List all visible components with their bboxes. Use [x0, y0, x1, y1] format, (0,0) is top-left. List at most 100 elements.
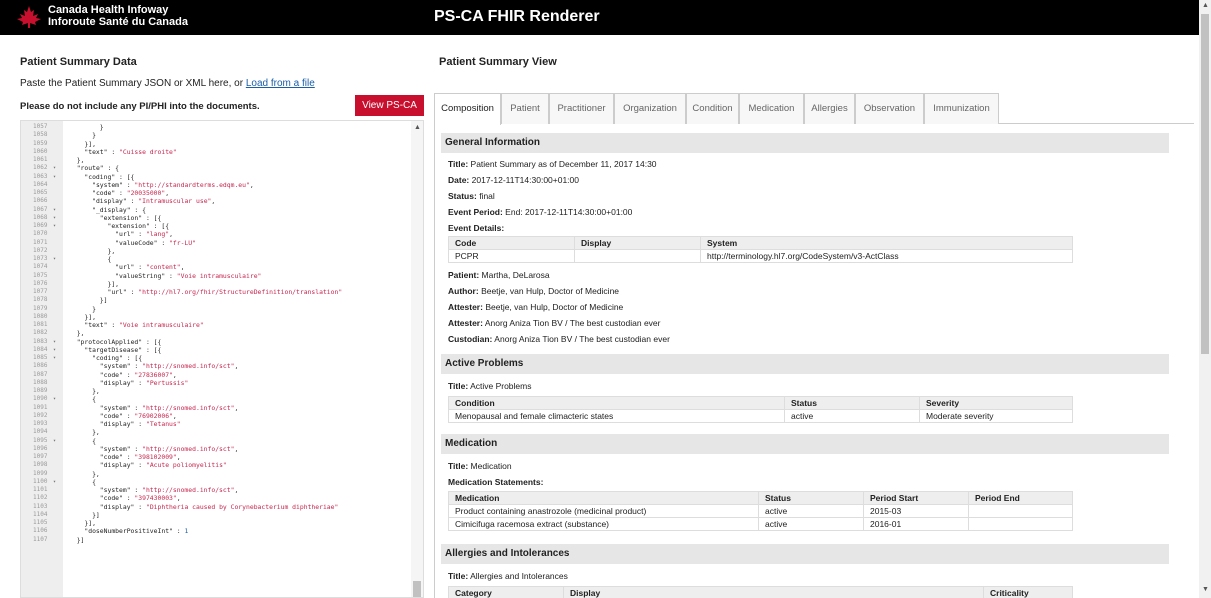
fold-toggle-icon[interactable]: ▾	[53, 395, 56, 403]
code-line[interactable]: {	[69, 255, 111, 263]
tab-observation[interactable]: Observation	[855, 93, 924, 124]
fold-toggle-icon[interactable]: ▾	[53, 164, 56, 172]
code-line[interactable]: }]	[69, 296, 108, 304]
editor-code[interactable]: } } }], "text" : "Cuisse droite" }, "rou…	[69, 121, 409, 597]
code-line[interactable]: "system" : "http://snomed.info/sct",	[69, 486, 239, 494]
code-line[interactable]: }],	[69, 313, 96, 321]
tab-allergies[interactable]: Allergies	[804, 93, 855, 124]
code-line[interactable]: "system" : "http://snomed.info/sct",	[69, 404, 239, 412]
editor-scrollbar-thumb[interactable]	[413, 581, 421, 597]
line-number: 1101	[33, 486, 48, 493]
fold-toggle-icon[interactable]: ▾	[53, 478, 56, 486]
page-scrollbar[interactable]: ▲ ▼	[1199, 0, 1211, 598]
code-line[interactable]: "url" : "http://hl7.org/fhir/StructureDe…	[69, 288, 342, 296]
code-line[interactable]: "coding" : [{	[69, 173, 134, 181]
code-line[interactable]: "extension" : [{	[69, 222, 169, 230]
code-line[interactable]: },	[69, 329, 85, 337]
view-tabs: Composition Patient Practitioner Organiz…	[434, 93, 1194, 125]
code-line[interactable]: },	[69, 470, 100, 478]
code-line[interactable]: "_display" : {	[69, 206, 146, 214]
tab-patient[interactable]: Patient	[501, 93, 549, 124]
code-line[interactable]: },	[69, 156, 85, 164]
page-scrollbar-thumb[interactable]	[1201, 14, 1209, 354]
fold-toggle-icon[interactable]: ▾	[53, 173, 56, 181]
tab-organization[interactable]: Organization	[614, 93, 686, 124]
code-line[interactable]: "url" : "lang",	[69, 230, 173, 238]
code-line[interactable]: "code" : "397430003",	[69, 494, 181, 502]
editor-scroll-up-icon[interactable]: ▲	[414, 124, 421, 131]
code-line[interactable]: "display" : "Diphtheria caused by Coryne…	[69, 503, 339, 511]
fold-toggle-icon[interactable]: ▾	[53, 206, 56, 214]
tab-medication[interactable]: Medication	[739, 93, 804, 124]
editor-scrollbar[interactable]: ▲	[411, 121, 423, 597]
fold-toggle-icon[interactable]: ▾	[53, 255, 56, 263]
load-from-file-link[interactable]: Load from a file	[246, 78, 315, 89]
fold-toggle-icon[interactable]: ▾	[53, 354, 56, 362]
code-line[interactable]: {	[69, 478, 96, 486]
table-header-row: Medication Status Period Start Period En…	[448, 491, 1073, 505]
app: Canada Health Infoway Inforoute Santé du…	[0, 0, 1211, 598]
code-line[interactable]: "display" : "Pertussis"	[69, 379, 189, 387]
code-line[interactable]: "code" : "76902006",	[69, 412, 177, 420]
code-line[interactable]: "protocolApplied" : [{	[69, 338, 162, 346]
code-line[interactable]: },	[69, 428, 100, 436]
code-line[interactable]: }],	[69, 519, 96, 527]
json-editor[interactable]: 1057 1058 1059 1060 1061 1062 ▾ 1063 ▾ 1064 1065 10…	[20, 120, 424, 598]
code-line[interactable]: }],	[69, 280, 119, 288]
code-line[interactable]: "code" : "20035000",	[69, 189, 169, 197]
code-line[interactable]: "extension" : [{	[69, 214, 162, 222]
fold-toggle-icon[interactable]: ▾	[53, 346, 56, 354]
scroll-up-arrow-icon[interactable]: ▲	[1202, 2, 1209, 10]
code-line[interactable]: "display" : "Acute poliomyelitis"	[69, 461, 227, 469]
tab-composition[interactable]: Composition	[434, 93, 501, 125]
code-line[interactable]: "system" : "http://snomed.info/sct",	[69, 445, 239, 453]
tab-practitioner[interactable]: Practitioner	[549, 93, 614, 124]
table-cell: http://terminology.hl7.org/CodeSystem/v3…	[700, 249, 1073, 263]
code-line[interactable]: "text" : "Voie intramusculaire"	[69, 321, 203, 329]
medication-heading: Medication	[441, 434, 1169, 454]
patient-value: Martha, DeLarosa	[481, 270, 550, 280]
code-line[interactable]: "code" : "27836007",	[69, 371, 177, 379]
code-line[interactable]: "valueString" : "Voie intramusculaire"	[69, 272, 261, 280]
code-line[interactable]: }],	[69, 140, 96, 148]
line-number: 1081	[33, 321, 48, 328]
code-line[interactable]: },	[69, 247, 115, 255]
code-line[interactable]: },	[69, 387, 100, 395]
table-header-cell: Status	[784, 396, 920, 410]
table-cell: active	[758, 504, 864, 518]
tab-condition[interactable]: Condition	[686, 93, 739, 124]
code-line[interactable]: "display" : "Intramuscular use",	[69, 197, 215, 205]
code-line[interactable]: "doseNumberPositiveInt" : 1	[69, 527, 188, 535]
code-line[interactable]: "system" : "http://snomed.info/sct",	[69, 362, 239, 370]
code-line[interactable]: }]	[69, 511, 100, 519]
scroll-down-arrow-icon[interactable]: ▼	[1202, 586, 1209, 594]
fold-toggle-icon[interactable]: ▾	[53, 214, 56, 222]
left-panel-title: Patient Summary Data	[20, 56, 137, 68]
fold-toggle-icon[interactable]: ▾	[53, 338, 56, 346]
allergies-title-value: Allergies and Intolerances	[470, 571, 568, 581]
code-line[interactable]: "code" : "398102009",	[69, 453, 181, 461]
code-line[interactable]: {	[69, 437, 96, 445]
line-number: 1087	[33, 370, 48, 378]
problems-table: Condition Status Severity Menopausal and…	[448, 396, 1073, 423]
fold-toggle-icon[interactable]: ▾	[53, 437, 56, 445]
code-line[interactable]: "coding" : [{	[69, 354, 142, 362]
code-line[interactable]: }	[69, 123, 104, 131]
code-line[interactable]: }	[69, 131, 96, 139]
code-line[interactable]: "valueCode" : "fr-LU"	[69, 239, 196, 247]
fold-toggle-icon[interactable]: ▾	[53, 222, 56, 230]
code-line[interactable]: {	[69, 395, 96, 403]
view-ps-ca-button[interactable]: View PS-CA	[355, 95, 424, 116]
code-line[interactable]: "route" : {	[69, 164, 119, 172]
code-line[interactable]: "text" : "Cuisse droite"	[69, 148, 176, 156]
code-line[interactable]: "url" : "content",	[69, 263, 184, 271]
org-name: Canada Health Infoway Inforoute Santé du…	[48, 4, 188, 28]
tab-immunization[interactable]: Immunization	[924, 93, 999, 124]
code-line[interactable]: }	[69, 305, 96, 313]
code-line[interactable]: }]	[69, 536, 85, 544]
code-line[interactable]: "targetDisease" : [{	[69, 346, 161, 354]
medication-title-line: Title: Medication	[448, 460, 512, 472]
code-line[interactable]: "system" : "http://standardterms.edqm.eu…	[69, 181, 254, 189]
paste-text: Paste the Patient Summary JSON or XML he…	[20, 78, 244, 89]
code-line[interactable]: "display" : "Tetanus"	[69, 420, 181, 428]
